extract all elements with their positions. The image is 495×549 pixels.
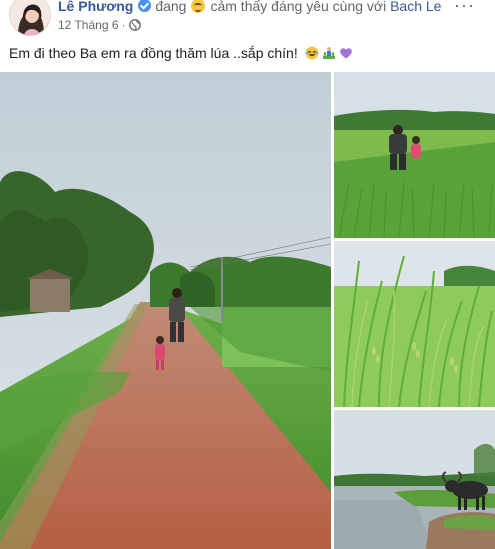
laughing-face-icon xyxy=(305,46,319,60)
feeling-text: cảm thấy đáng yêu cùng với xyxy=(210,0,387,14)
purple-heart-icon xyxy=(339,46,353,60)
smiling-face-icon xyxy=(191,0,206,13)
meta-separator: · xyxy=(121,18,126,32)
post-header: Lê Phương đang cảm thấy đáng yêu cùng với … xyxy=(0,0,495,38)
globe-icon[interactable] xyxy=(128,19,141,35)
post-caption-line: Em đi theo Ba em ra đồng thăm lúa ..sắp … xyxy=(9,44,353,62)
feeling-prefix: đang xyxy=(155,0,187,14)
person-in-field-icon xyxy=(322,46,336,60)
verified-badge-icon xyxy=(138,0,152,12)
post-caption: Em đi theo Ba em ra đồng thăm lúa ..sắp … xyxy=(9,45,298,61)
more-options-icon[interactable]: ··· xyxy=(454,0,475,16)
post-meta: 12 Tháng 6 · xyxy=(58,17,141,35)
rice-field-people-photo[interactable] xyxy=(334,72,495,238)
dirt-road-photo[interactable] xyxy=(0,72,331,549)
author-avatar[interactable] xyxy=(9,0,51,36)
rice-closeup-photo[interactable] xyxy=(334,241,495,407)
buffalo-river-photo[interactable] xyxy=(334,410,495,549)
tagged-person-link[interactable]: Bach Le xyxy=(390,0,441,14)
post-header-line: Lê Phương đang cảm thấy đáng yêu cùng với … xyxy=(58,0,441,15)
photo-grid xyxy=(0,72,495,549)
post-date[interactable]: 12 Tháng 6 xyxy=(58,18,119,32)
author-name[interactable]: Lê Phương xyxy=(58,0,133,14)
